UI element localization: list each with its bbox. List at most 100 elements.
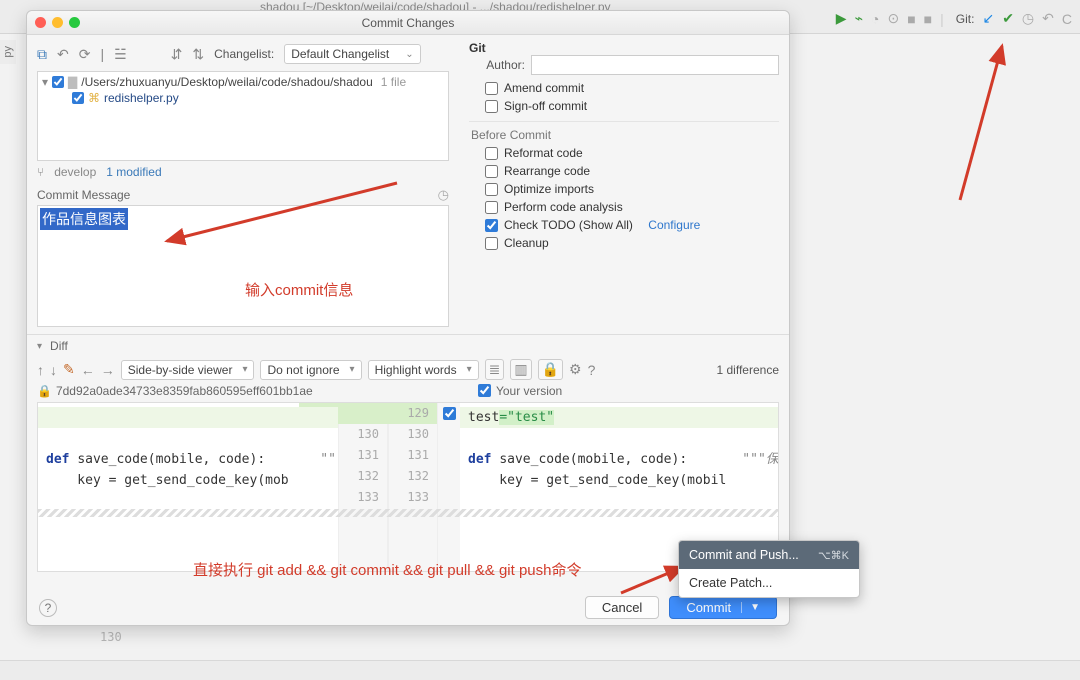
include-change-checkbox[interactable] (478, 384, 491, 397)
left-key-line: key = get_send_code_key(mob (38, 473, 297, 488)
right-revision-name: Your version (496, 384, 779, 400)
debug-icon[interactable]: ⌁ (855, 10, 863, 27)
right-test-val: ="test" (499, 410, 554, 425)
signoff-label: Sign-off commit (504, 99, 587, 113)
edit-icon[interactable]: ✎ (63, 361, 75, 378)
lock-icon[interactable]: 🔒 (538, 359, 563, 380)
rearrange-checkbox[interactable] (485, 165, 498, 178)
stop2-icon[interactable]: ■ (924, 11, 932, 27)
git-commit-icon[interactable]: ✔ (1002, 10, 1014, 27)
fold-indicator (38, 509, 778, 517)
coverage-icon[interactable]: ◔ (871, 11, 879, 27)
readonly-lock-icon: 🔒 (37, 384, 52, 400)
root-file-count: 1 file (381, 75, 406, 89)
rearrange-label: Rearrange code (504, 164, 590, 178)
changelist-value: Default Changelist (291, 47, 389, 61)
ignore-mode-value: Do not ignore (267, 363, 339, 377)
file-tree[interactable]: ▾ ▇ /Users/zhuxuanyu/Desktop/weilai/code… (37, 71, 449, 161)
run-icon[interactable]: ▶ (836, 10, 847, 27)
git-revert-icon[interactable]: ↶ (1042, 10, 1054, 27)
tree-expand-icon[interactable]: ▾ (42, 75, 48, 89)
left-revision-name: 7dd92a0ade34733e8359fab860595eff601bb1ae (56, 384, 474, 400)
chevron-updown-icon: ⌄ (405, 49, 413, 60)
analysis-checkbox[interactable] (485, 201, 498, 214)
right-test-var: test (468, 410, 499, 425)
separator: | (940, 11, 944, 27)
reformat-checkbox[interactable] (485, 147, 498, 160)
commit-split-caret-icon[interactable]: ▼ (741, 602, 760, 613)
refresh-icon[interactable]: ⟳ (79, 46, 91, 63)
configure-link[interactable]: Configure (648, 218, 700, 232)
profile-icon[interactable]: ⊙ (887, 10, 899, 27)
forward-icon[interactable]: → (101, 362, 115, 378)
ignore-mode-dropdown[interactable]: Do not ignore▾ (260, 360, 361, 380)
commit-message-label: Commit Message (37, 188, 130, 202)
menu-commit-and-push[interactable]: Commit and Push... ⌥⌘K (679, 541, 859, 569)
file-checkbox[interactable] (72, 92, 84, 104)
file-name: redishelper.py (104, 91, 179, 105)
expand-all-icon[interactable]: ⇵ (171, 46, 183, 63)
signoff-checkbox[interactable] (485, 100, 498, 113)
tree-root-row[interactable]: ▾ ▇ /Users/zhuxuanyu/Desktop/weilai/code… (40, 74, 446, 90)
commit-changes-dialog: Commit Changes ⧉ ↶ ⟳ | ☱ ⇵ ⇅ Changelist:… (26, 10, 790, 626)
separator: | (100, 46, 104, 62)
right-gutter: 129 130 131 132 133 (388, 403, 438, 571)
diff-body[interactable]: def save_code(mobile, code): """保存短信验证码，… (37, 402, 779, 572)
amend-label: Amend commit (504, 81, 584, 95)
help-icon[interactable]: ? (588, 362, 596, 378)
author-label: Author: (469, 58, 525, 72)
changelist-label: Changelist: (214, 47, 274, 61)
next-change-icon[interactable]: ↓ (50, 362, 57, 378)
tree-file-row[interactable]: ⌘ redishelper.py (40, 90, 446, 106)
cleanup-label: Cleanup (504, 236, 549, 250)
help-button[interactable]: ? (39, 599, 57, 617)
diff-expand-icon[interactable]: ▾ (37, 341, 42, 352)
changelist-dropdown[interactable]: Default Changelist ⌄ (284, 44, 420, 64)
ide-statusbar (0, 660, 1080, 680)
branch-icon: ⑂ (37, 165, 44, 179)
commit-dropdown-menu: Commit and Push... ⌥⌘K Create Patch... (678, 540, 860, 598)
git-section-label: Git (469, 41, 779, 55)
todo-checkbox[interactable] (485, 219, 498, 232)
collapse-all-icon[interactable]: ⇅ (192, 46, 204, 63)
annotation-commit-hint: 输入commit信息 (245, 279, 353, 300)
left-gutter-tab[interactable]: py (0, 40, 16, 64)
author-input[interactable] (531, 55, 779, 75)
left-code-pane[interactable]: def save_code(mobile, code): """保存短信验证码，… (38, 403, 338, 571)
prev-change-icon[interactable]: ↑ (37, 362, 44, 378)
diff-count: 1 difference (717, 363, 780, 377)
history-icon[interactable]: ◷ (438, 187, 449, 203)
search-icon[interactable]: C (1062, 11, 1072, 27)
viewer-mode-dropdown[interactable]: Side-by-side viewer▾ (121, 360, 255, 380)
menu-commit-push-shortcut: ⌥⌘K (818, 549, 849, 562)
editor-lineno-130: 130 (100, 630, 122, 644)
git-label: Git: (956, 12, 975, 26)
left-fn: save_code(mobile, code): (77, 452, 265, 467)
optimize-checkbox[interactable] (485, 183, 498, 196)
branch-name[interactable]: develop (54, 165, 96, 179)
root-path: /Users/zhuxuanyu/Desktop/weilai/code/sha… (81, 75, 373, 89)
group-by-icon[interactable]: ☱ (114, 46, 127, 63)
before-commit-label: Before Commit (471, 128, 779, 142)
root-checkbox[interactable] (52, 76, 64, 88)
settings-gear-icon[interactable]: ⚙ (569, 361, 582, 378)
git-history-icon[interactable]: ◷ (1022, 10, 1034, 27)
back-icon[interactable]: ← (81, 362, 95, 378)
annotation-push-hint: 直接执行 git add && git commit && git pull &… (193, 559, 581, 580)
amend-checkbox[interactable] (485, 82, 498, 95)
stop-icon[interactable]: ■ (907, 11, 915, 27)
menu-create-patch-label: Create Patch... (689, 576, 772, 590)
show-diff-icon[interactable]: ⧉ (37, 46, 47, 63)
sync-scroll-icon[interactable]: ▥ (510, 359, 531, 380)
dialog-title: Commit Changes (27, 16, 789, 30)
line-include-checkbox[interactable] (443, 407, 456, 420)
python-file-icon: ⌘ (88, 91, 100, 105)
highlight-mode-dropdown[interactable]: Highlight words▾ (368, 360, 479, 380)
optimize-label: Optimize imports (504, 182, 594, 196)
revert-icon[interactable]: ↶ (57, 46, 69, 63)
cleanup-checkbox[interactable] (485, 237, 498, 250)
git-update-icon[interactable]: ↙ (982, 10, 994, 27)
collapse-unchanged-icon[interactable]: ≣ (485, 359, 505, 380)
menu-create-patch[interactable]: Create Patch... (679, 569, 859, 597)
modified-link[interactable]: 1 modified (106, 165, 161, 179)
